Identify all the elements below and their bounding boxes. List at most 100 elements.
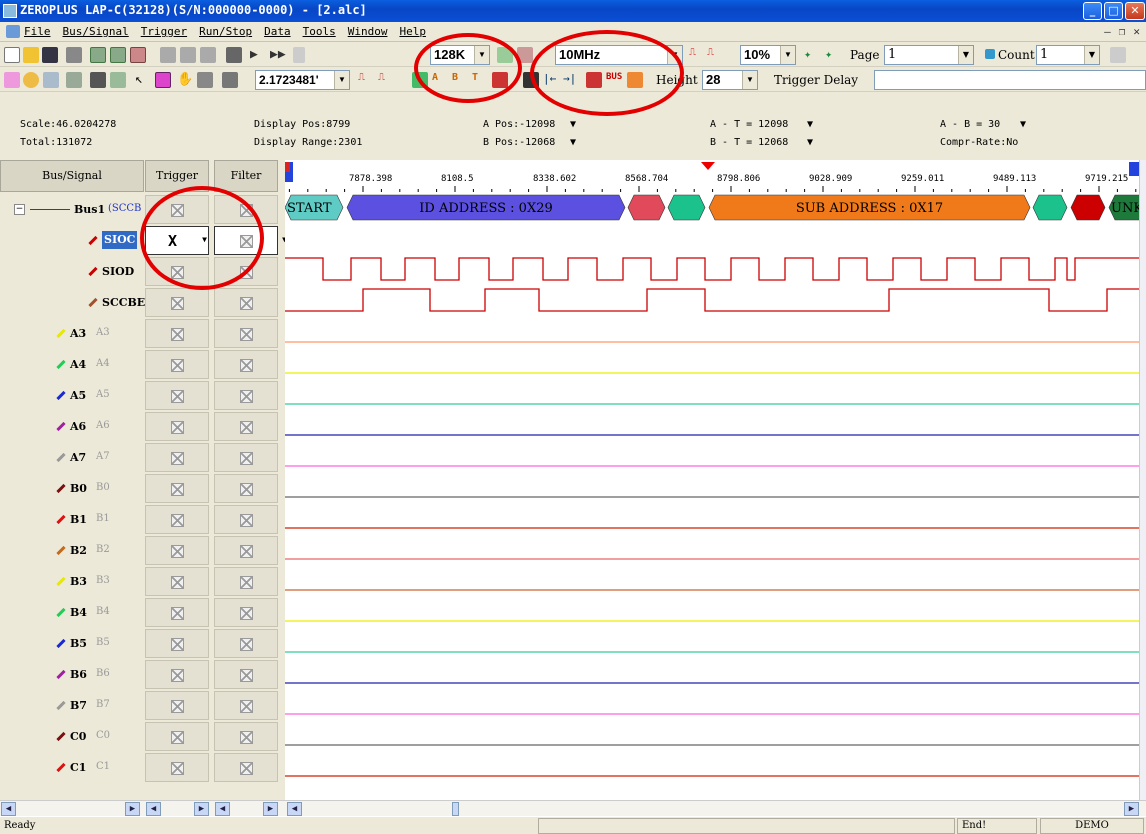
signal-name-cell[interactable]: B6 B6 — [0, 659, 144, 690]
trigger-dropdown-icon[interactable]: ▼ — [202, 235, 207, 244]
signal-name-cell[interactable]: B3 B3 — [0, 566, 144, 597]
filter-condition-select[interactable]: ▼ — [214, 226, 287, 255]
wave-scroll-left-button[interactable]: ◀ — [287, 802, 302, 816]
filter-cell[interactable] — [214, 536, 278, 565]
run-repeat-icon[interactable]: ▶▶ — [270, 47, 286, 63]
edge-search-icon[interactable]: ⎍ — [358, 72, 374, 88]
stop-icon[interactable] — [293, 47, 305, 63]
run-icon[interactable]: ▶ — [250, 47, 266, 63]
close-button[interactable]: ✕ — [1125, 2, 1145, 20]
signal-row[interactable]: B2 B2 — [0, 535, 285, 566]
b-pos-dropdown-icon[interactable]: ▼ — [570, 137, 576, 148]
signal-name-cell[interactable]: A4 A4 — [0, 349, 144, 380]
trigger-cell[interactable] — [145, 629, 209, 658]
signal-name-cell[interactable]: SIOC — [0, 225, 144, 256]
b-t-dropdown-icon[interactable]: ▼ — [807, 137, 813, 148]
signal-name-cell[interactable]: C1 C1 — [0, 752, 144, 783]
trigger-cell[interactable] — [145, 257, 209, 286]
signal-name-cell[interactable]: C0 C0 — [0, 721, 144, 752]
report-icon[interactable] — [222, 72, 238, 88]
plugin-icon[interactable] — [627, 72, 643, 88]
find-icon[interactable] — [523, 72, 539, 88]
signal-row[interactable]: A5 A5 — [0, 380, 285, 411]
trigger-cell[interactable] — [145, 288, 209, 317]
extra-tool-icon[interactable] — [1110, 47, 1126, 63]
filter-scroll-right-button[interactable]: ▶ — [263, 802, 278, 816]
t-bar-cursor-icon[interactable]: T — [472, 72, 488, 88]
signal-row[interactable]: B6 B6 — [0, 659, 285, 690]
a-bar-cursor-icon[interactable]: A — [432, 72, 448, 88]
filter-cell[interactable] — [214, 350, 278, 379]
memory-depth-select[interactable]: 128K ▼ — [430, 45, 490, 65]
signal-row[interactable]: B7 B7 — [0, 690, 285, 721]
filter-scroll-left-button[interactable]: ◀ — [215, 802, 230, 816]
filter-cell[interactable] — [214, 319, 278, 348]
signal-name-cell[interactable]: B1 B1 — [0, 504, 144, 535]
depth-down-icon[interactable] — [517, 47, 533, 63]
filter-cell[interactable] — [214, 691, 278, 720]
a-t-dropdown-icon[interactable]: ▼ — [807, 119, 813, 130]
filter-cell[interactable] — [214, 443, 278, 472]
signal-name-cell[interactable]: A7 A7 — [0, 442, 144, 473]
zoom-out-icon[interactable]: ✦ — [825, 47, 841, 63]
menu-tools[interactable]: Tools — [303, 25, 336, 38]
a-b-dropdown-icon[interactable]: ▼ — [1020, 119, 1026, 130]
menu-help[interactable]: Help — [399, 25, 426, 38]
filter-cell[interactable] — [214, 474, 278, 503]
signal-name-cell[interactable]: B7 B7 — [0, 690, 144, 721]
table-icon[interactable] — [90, 72, 106, 88]
mdi-restore-button[interactable]: ❐ — [1119, 25, 1126, 38]
bus-delete-icon[interactable] — [130, 47, 146, 63]
bus-icon[interactable]: BUS — [606, 72, 622, 88]
save-icon[interactable] — [42, 47, 58, 63]
signal-row[interactable]: SIOCX▼▼ — [0, 225, 287, 256]
trigger-cell[interactable] — [145, 505, 209, 534]
trigger-condition-select[interactable]: X ▼ — [145, 226, 209, 255]
trigger-cell[interactable] — [145, 474, 209, 503]
menu-window[interactable]: Window — [348, 25, 388, 38]
trigger-cell[interactable] — [145, 443, 209, 472]
trigger-column-header[interactable]: Trigger — [145, 160, 209, 192]
bus-filter-cell[interactable] — [214, 195, 278, 224]
signal-name-cell[interactable]: B4 B4 — [0, 597, 144, 628]
print-icon[interactable] — [66, 47, 82, 63]
signal-name-cell[interactable]: B5 B5 — [0, 628, 144, 659]
time-select[interactable]: 2.1723481' ▼ — [255, 70, 350, 90]
trigger-cell[interactable] — [145, 536, 209, 565]
signal-add-icon[interactable] — [160, 47, 176, 63]
menu-file[interactable]: File — [24, 25, 51, 38]
signal-row[interactable]: B1 B1 — [0, 504, 285, 535]
wave-scroll-thumb[interactable] — [452, 802, 459, 816]
a-pos-dropdown-icon[interactable]: ▼ — [570, 119, 576, 130]
edge-back-icon[interactable]: ⎍ — [378, 72, 394, 88]
signal-row[interactable]: C1 C1 — [0, 752, 285, 783]
trigger-cell[interactable] — [145, 381, 209, 410]
menu-trigger[interactable]: Trigger — [141, 25, 187, 38]
filter-cell[interactable] — [214, 381, 278, 410]
trigger-delay-input[interactable] — [874, 70, 1146, 90]
signal-name-cell[interactable]: A5 A5 — [0, 380, 144, 411]
menu-run-stop[interactable]: Run/Stop — [199, 25, 252, 38]
depth-up-icon[interactable] — [497, 47, 513, 63]
filter-cell[interactable] — [214, 629, 278, 658]
signal-props-icon[interactable] — [226, 47, 242, 63]
window-icon[interactable] — [43, 72, 59, 88]
prev-icon[interactable]: |← — [543, 72, 559, 88]
next-icon[interactable]: →| — [563, 72, 579, 88]
calc-icon[interactable] — [66, 72, 82, 88]
signal-row[interactable]: A7 A7 — [0, 442, 285, 473]
bus-name-cell[interactable]: − Bus1 (SCCB — [0, 194, 144, 225]
a-pos-text[interactable]: A Pos:-12098 — [483, 119, 555, 130]
filter-column-header[interactable]: Filter — [214, 160, 278, 192]
signal-name-cell[interactable]: SCCBE — [0, 287, 145, 318]
signal-row[interactable]: B0 B0 — [0, 473, 285, 504]
signal-delete-icon[interactable] — [200, 47, 216, 63]
mdi-close-button[interactable]: ✕ — [1133, 25, 1140, 38]
signal-row[interactable]: SIOD — [0, 256, 285, 287]
trigger-cell[interactable] — [145, 691, 209, 720]
trigger-cell[interactable] — [145, 412, 209, 441]
scroll-right-button[interactable]: ▶ — [125, 802, 140, 816]
trigger-cell[interactable] — [145, 319, 209, 348]
bus-add-icon[interactable] — [90, 47, 106, 63]
menu-bus-signal[interactable]: Bus/Signal — [63, 25, 129, 38]
